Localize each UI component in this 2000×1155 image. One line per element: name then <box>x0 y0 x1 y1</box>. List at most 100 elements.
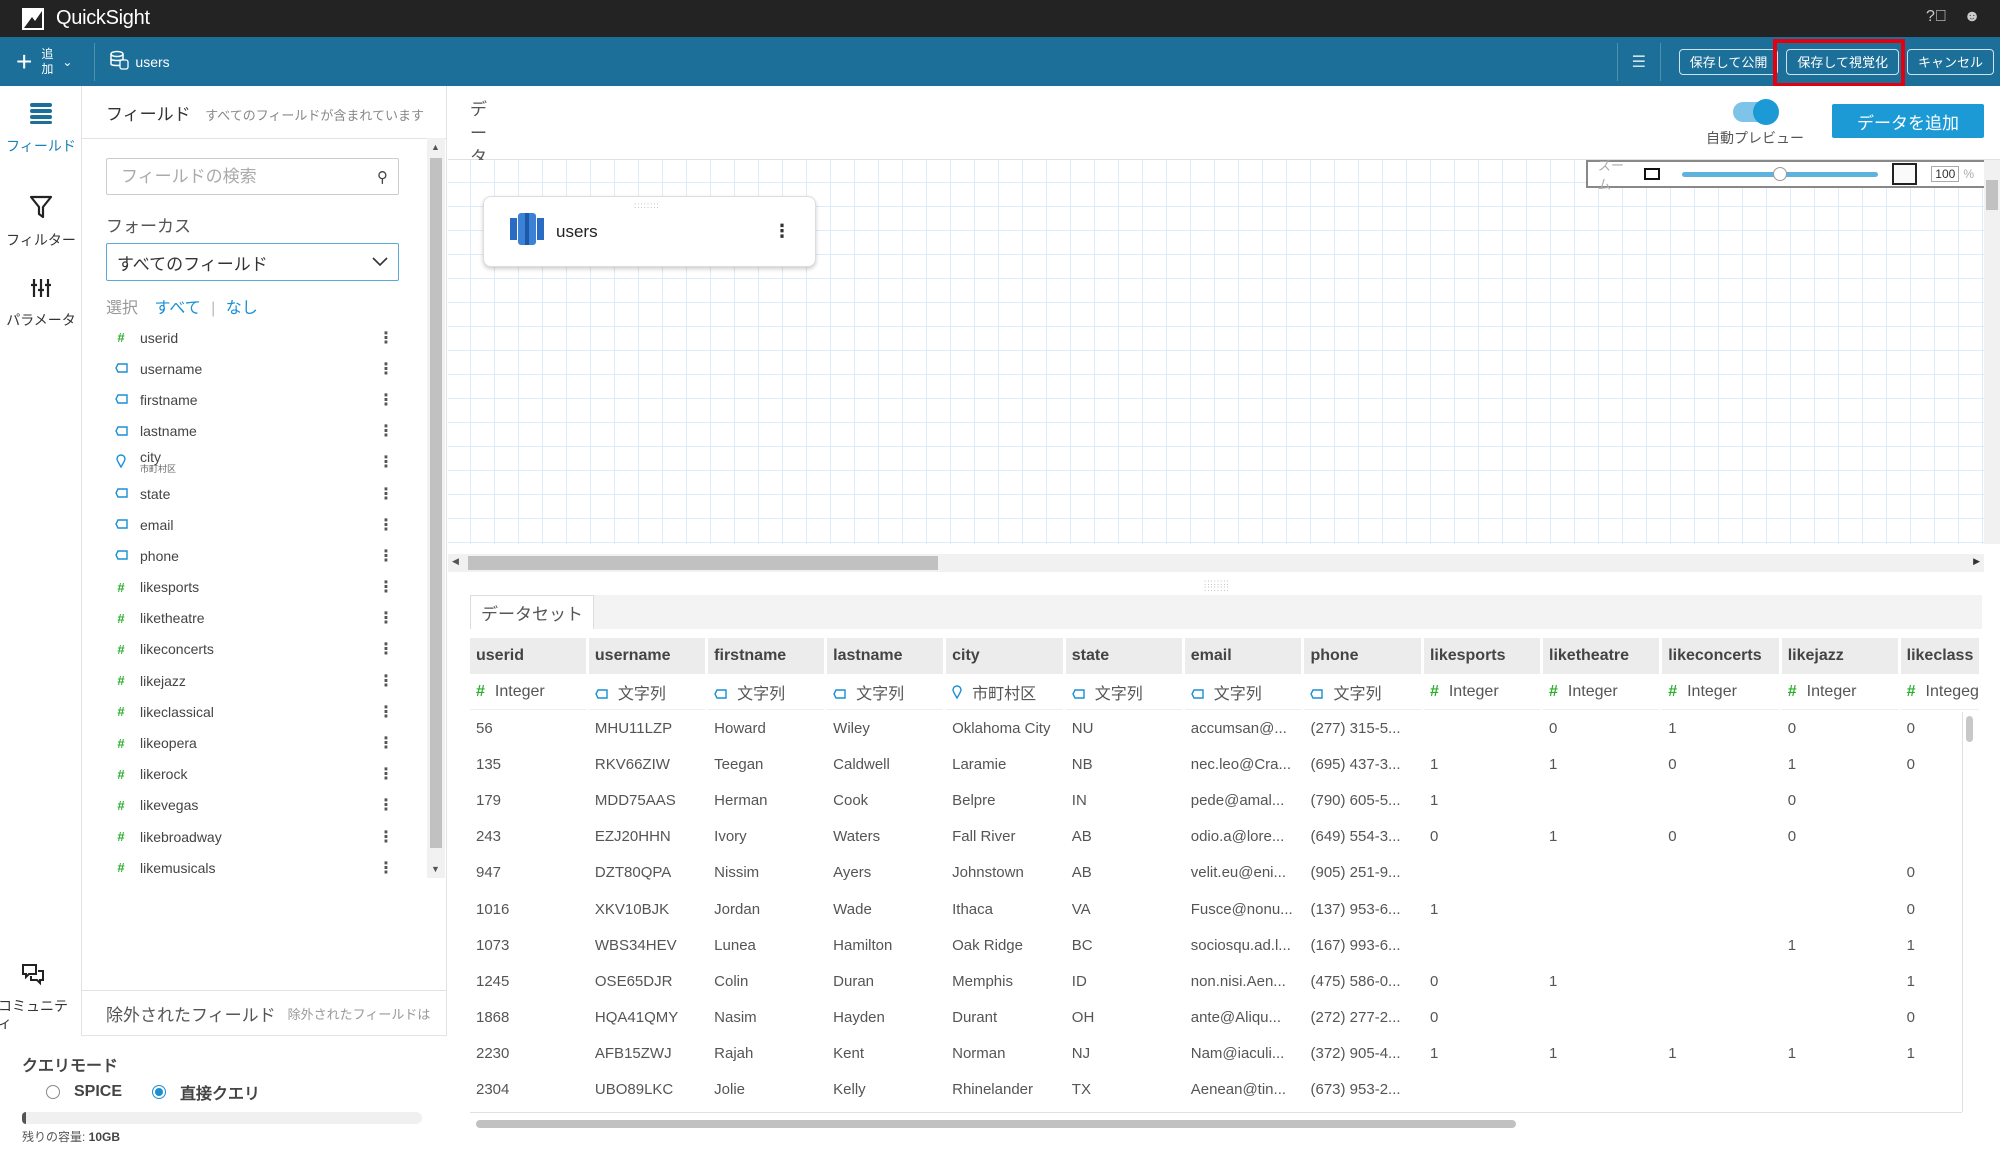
more-options-icon[interactable]: ⋮ <box>378 608 394 628</box>
rail-item-filter[interactable]: フィルター <box>0 194 82 250</box>
field-list-item[interactable]: # liketheatre ⋮ <box>106 603 402 634</box>
field-list-item[interactable]: # likebroadway ⋮ <box>106 821 402 852</box>
more-options-icon[interactable]: ⋮ <box>378 858 394 878</box>
zoom-percent-input[interactable]: 100 <box>1931 166 1960 182</box>
column-header[interactable]: city <box>946 638 1063 674</box>
zoom-slider-knob[interactable] <box>1772 166 1787 181</box>
add-button[interactable]: + 追加 ⌄ <box>16 47 72 77</box>
join-canvas[interactable]: :::::::: users ⋮ ズーム 100 % <box>448 160 2000 544</box>
column-header[interactable]: username <box>588 638 706 674</box>
rail-item-fields[interactable]: フィールド <box>0 100 82 156</box>
settings-sliders-icon[interactable]: ☰ <box>1628 52 1650 72</box>
column-type[interactable]: # Integer <box>1543 674 1660 710</box>
more-options-icon[interactable]: ⋮ <box>378 702 394 722</box>
field-list-item[interactable]: state ⋮ <box>106 478 402 509</box>
column-type[interactable]: # Integer <box>1423 674 1541 710</box>
field-list-item[interactable]: username ⋮ <box>106 353 402 384</box>
help-icon[interactable]: ?⃝ <box>1926 8 1947 26</box>
column-header[interactable]: likeclass <box>1900 638 1979 674</box>
user-icon[interactable]: ☻ <box>1962 8 1982 26</box>
field-list-item[interactable]: email ⋮ <box>106 509 402 540</box>
field-list-item[interactable]: # likerock ⋮ <box>106 759 402 790</box>
column-header[interactable]: lastname <box>827 638 944 674</box>
scrollbar-thumb[interactable] <box>476 1120 1516 1128</box>
rail-item-parameters[interactable]: パラメータ <box>0 276 82 330</box>
field-list-item[interactable]: # likeconcerts ⋮ <box>106 634 402 665</box>
column-type[interactable]: # Integer <box>470 674 586 710</box>
rail-item-community[interactable]: コミュニティ <box>0 962 74 1032</box>
grid-vertical-scrollbar[interactable] <box>1962 712 1976 1112</box>
column-header[interactable]: liketheatre <box>1543 638 1660 674</box>
more-options-icon[interactable]: ⋮ <box>378 328 394 348</box>
column-header[interactable]: likeconcerts <box>1662 638 1779 674</box>
select-all-link[interactable]: すべて <box>154 300 200 317</box>
scroll-up-arrow-icon[interactable]: ▲ <box>431 142 440 152</box>
canvas-vertical-scrollbar[interactable] <box>1984 160 2000 544</box>
field-list-item[interactable]: firstname ⋮ <box>106 384 402 415</box>
focus-dropdown[interactable]: すべてのフィールド <box>106 243 399 281</box>
zoom-slider[interactable] <box>1681 166 1878 181</box>
field-list-item[interactable]: phone ⋮ <box>106 540 402 571</box>
drag-handle-icon[interactable]: :::::::: <box>634 201 660 210</box>
more-options-icon[interactable]: ⋮ <box>378 764 394 784</box>
column-type[interactable]: 文字列 <box>1304 674 1421 710</box>
field-list-item[interactable]: # likevegas ⋮ <box>106 790 402 821</box>
direct-query-radio[interactable] <box>152 1085 167 1099</box>
more-options-icon[interactable]: ⋮ <box>378 577 394 597</box>
column-type[interactable]: 文字列 <box>1184 674 1302 710</box>
more-options-icon[interactable]: ⋮ <box>773 221 791 242</box>
column-header[interactable]: likesports <box>1423 638 1541 674</box>
dataset-node-card[interactable]: :::::::: users ⋮ <box>483 196 816 267</box>
add-data-button[interactable]: データを追加 <box>1832 104 1984 138</box>
column-type[interactable]: 文字列 <box>588 674 706 710</box>
tab-dataset[interactable]: データセット <box>470 595 594 629</box>
field-list-item[interactable]: # userid ⋮ <box>106 322 402 353</box>
field-list-item[interactable]: city 市町村区 ⋮ <box>106 447 402 478</box>
zoom-fit-icon[interactable] <box>1643 168 1660 180</box>
column-type[interactable]: # Integeg <box>1900 674 1979 710</box>
field-list-item[interactable]: # likeclassical ⋮ <box>106 696 402 727</box>
save-publish-button[interactable]: 保存して公開 <box>1678 48 1779 75</box>
more-options-icon[interactable]: ⋮ <box>378 515 394 535</box>
more-options-icon[interactable]: ⋮ <box>378 546 394 566</box>
more-options-icon[interactable]: ⋮ <box>378 827 394 847</box>
column-header[interactable]: userid <box>470 638 586 674</box>
more-options-icon[interactable]: ⋮ <box>378 639 394 659</box>
column-type[interactable]: # Integer <box>1781 674 1898 710</box>
cancel-button[interactable]: キャンセル <box>1906 48 1994 75</box>
quicksight-logo[interactable]: QuickSight <box>22 7 150 30</box>
field-list-item[interactable]: # likeopera ⋮ <box>106 727 402 758</box>
spice-radio[interactable] <box>46 1085 60 1099</box>
scrollbar-thumb[interactable] <box>1986 180 1998 210</box>
column-header[interactable]: email <box>1184 638 1302 674</box>
column-type[interactable]: 文字列 <box>708 674 825 710</box>
excluded-fields-section[interactable]: 除外されたフィールド 除外されたフィールドは <box>82 990 447 1036</box>
field-list-item[interactable]: # likejazz ⋮ <box>106 665 402 696</box>
more-options-icon[interactable]: ⋮ <box>378 733 394 753</box>
column-header[interactable]: state <box>1065 638 1182 674</box>
field-list-item[interactable]: lastname ⋮ <box>106 416 402 447</box>
more-options-icon[interactable]: ⋮ <box>378 359 394 379</box>
column-type[interactable]: # Integer <box>1662 674 1779 710</box>
field-search-input[interactable] <box>107 166 377 187</box>
scroll-down-arrow-icon[interactable]: ▼ <box>431 864 440 874</box>
scrollbar-thumb[interactable] <box>1966 716 1973 742</box>
column-type[interactable]: 市町村区 <box>946 674 1063 710</box>
column-header[interactable]: phone <box>1304 638 1421 674</box>
canvas-horizontal-scrollbar[interactable]: ◀ ▶ <box>448 554 1984 572</box>
field-list-scrollbar[interactable]: ▲ ▼ <box>427 138 445 878</box>
more-options-icon[interactable]: ⋮ <box>378 421 394 441</box>
column-header[interactable]: firstname <box>708 638 825 674</box>
dataset-name[interactable]: users <box>109 50 170 73</box>
scrollbar-thumb[interactable] <box>430 158 442 848</box>
scrollbar-thumb[interactable] <box>468 556 938 570</box>
grid-horizontal-scrollbar[interactable] <box>470 1118 1960 1130</box>
save-visualize-button[interactable]: 保存して視覚化 <box>1786 48 1899 75</box>
column-type[interactable]: 文字列 <box>1065 674 1182 710</box>
more-options-icon[interactable]: ⋮ <box>378 390 394 410</box>
more-options-icon[interactable]: ⋮ <box>378 484 394 504</box>
scroll-left-arrow-icon[interactable]: ◀ <box>452 556 459 567</box>
column-type[interactable]: 文字列 <box>827 674 944 710</box>
search-icon[interactable]: ⚲ <box>377 168 388 186</box>
scroll-right-arrow-icon[interactable]: ▶ <box>1973 556 1980 567</box>
